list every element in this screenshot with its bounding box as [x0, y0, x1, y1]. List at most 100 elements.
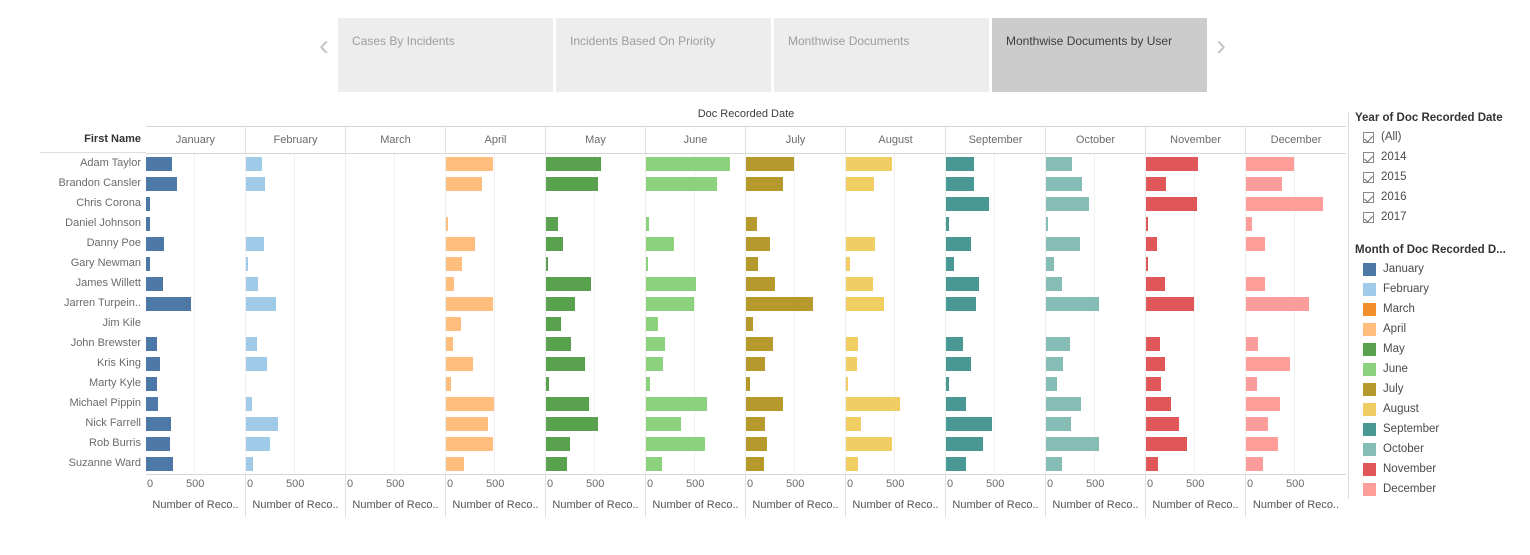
bar-mark[interactable] — [546, 317, 561, 331]
bar-mark[interactable] — [146, 397, 158, 411]
bar-mark[interactable] — [146, 417, 171, 431]
row-name[interactable]: Danny Poe — [40, 233, 146, 253]
bar-mark[interactable] — [946, 237, 971, 251]
bar-mark[interactable] — [746, 417, 765, 431]
dashboard-tab[interactable]: Monthwise Documents by User — [992, 18, 1207, 92]
row-name[interactable]: Chris Corona — [40, 193, 146, 213]
bar-mark[interactable] — [746, 337, 773, 351]
bar-mark[interactable] — [246, 277, 258, 291]
bar-mark[interactable] — [946, 457, 966, 471]
checkbox-icon[interactable] — [1363, 132, 1374, 143]
bar-mark[interactable] — [646, 217, 649, 231]
bar-mark[interactable] — [1246, 457, 1263, 471]
bar-mark[interactable] — [1146, 217, 1148, 231]
bar-mark[interactable] — [846, 397, 900, 411]
bar-mark[interactable] — [1046, 157, 1072, 171]
checkbox-icon[interactable] — [1363, 212, 1374, 223]
bar-mark[interactable] — [446, 377, 451, 391]
bar-mark[interactable] — [946, 177, 974, 191]
bar-mark[interactable] — [846, 457, 858, 471]
column-header[interactable]: April — [446, 127, 546, 153]
bar-mark[interactable] — [1046, 237, 1080, 251]
bar-mark[interactable] — [1146, 257, 1148, 271]
bar-mark[interactable] — [246, 177, 265, 191]
bar-mark[interactable] — [1146, 237, 1157, 251]
bar-mark[interactable] — [246, 297, 276, 311]
bar-mark[interactable] — [946, 377, 949, 391]
bar-mark[interactable] — [246, 397, 252, 411]
bar-mark[interactable] — [246, 437, 270, 451]
bar-mark[interactable] — [146, 157, 172, 171]
bar-mark[interactable] — [446, 437, 493, 451]
bar-mark[interactable] — [546, 297, 575, 311]
bar-mark[interactable] — [1146, 177, 1166, 191]
row-name[interactable]: Brandon Cansler — [40, 173, 146, 193]
bar-mark[interactable] — [1146, 157, 1198, 171]
bar-mark[interactable] — [646, 277, 696, 291]
dashboard-tab[interactable]: Incidents Based On Priority — [556, 18, 771, 92]
year-filter-item[interactable]: 2016 — [1355, 187, 1528, 207]
row-name[interactable]: Daniel Johnson — [40, 213, 146, 233]
bar-mark[interactable] — [646, 257, 648, 271]
row-name[interactable]: John Brewster — [40, 333, 146, 353]
bar-mark[interactable] — [146, 197, 150, 211]
bar-mark[interactable] — [846, 177, 874, 191]
tabstrip-prev-arrow-icon[interactable]: ‹ — [310, 0, 338, 92]
year-filter-item[interactable]: (All) — [1355, 127, 1528, 147]
bar-mark[interactable] — [846, 297, 884, 311]
month-legend-item[interactable]: September — [1355, 419, 1528, 439]
bar-mark[interactable] — [546, 177, 598, 191]
month-legend-item[interactable]: March — [1355, 299, 1528, 319]
year-filter-item[interactable]: 2017 — [1355, 207, 1528, 227]
bar-mark[interactable] — [246, 257, 248, 271]
bar-mark[interactable] — [746, 277, 775, 291]
bar-mark[interactable] — [546, 337, 571, 351]
bar-mark[interactable] — [446, 217, 448, 231]
bar-mark[interactable] — [646, 357, 663, 371]
bar-mark[interactable] — [746, 457, 764, 471]
bar-mark[interactable] — [1246, 177, 1282, 191]
bar-mark[interactable] — [846, 417, 861, 431]
bar-mark[interactable] — [546, 257, 548, 271]
row-name[interactable]: Kris King — [40, 353, 146, 373]
bar-mark[interactable] — [146, 357, 160, 371]
bar-mark[interactable] — [546, 457, 567, 471]
bar-mark[interactable] — [246, 417, 278, 431]
bar-mark[interactable] — [646, 157, 730, 171]
bar-mark[interactable] — [546, 397, 589, 411]
bar-mark[interactable] — [1246, 377, 1257, 391]
bar-mark[interactable] — [746, 317, 753, 331]
column-header[interactable]: October — [1046, 127, 1146, 153]
month-legend-item[interactable]: August — [1355, 399, 1528, 419]
bar-mark[interactable] — [1046, 457, 1062, 471]
bar-mark[interactable] — [446, 297, 493, 311]
bar-mark[interactable] — [646, 417, 681, 431]
bar-mark[interactable] — [846, 337, 858, 351]
bar-mark[interactable] — [746, 437, 767, 451]
bar-mark[interactable] — [1146, 277, 1165, 291]
bar-mark[interactable] — [1046, 297, 1099, 311]
bar-mark[interactable] — [546, 437, 570, 451]
bar-mark[interactable] — [946, 257, 954, 271]
bar-mark[interactable] — [546, 417, 598, 431]
column-header[interactable]: November — [1146, 127, 1246, 153]
bar-mark[interactable] — [746, 217, 757, 231]
bar-mark[interactable] — [1046, 377, 1057, 391]
bar-mark[interactable] — [446, 357, 473, 371]
bar-mark[interactable] — [646, 297, 694, 311]
bar-mark[interactable] — [946, 217, 949, 231]
month-legend-item[interactable]: December — [1355, 479, 1528, 499]
bar-mark[interactable] — [446, 317, 461, 331]
month-legend-item[interactable]: April — [1355, 319, 1528, 339]
bar-mark[interactable] — [1246, 397, 1280, 411]
month-legend-item[interactable]: January — [1355, 259, 1528, 279]
bar-mark[interactable] — [246, 237, 264, 251]
year-filter-item[interactable]: 2015 — [1355, 167, 1528, 187]
column-header[interactable]: January — [146, 127, 246, 153]
bar-mark[interactable] — [646, 437, 705, 451]
bar-mark[interactable] — [1146, 357, 1165, 371]
bar-mark[interactable] — [546, 277, 591, 291]
bar-mark[interactable] — [1246, 417, 1268, 431]
bar-mark[interactable] — [446, 237, 475, 251]
bar-mark[interactable] — [946, 157, 974, 171]
